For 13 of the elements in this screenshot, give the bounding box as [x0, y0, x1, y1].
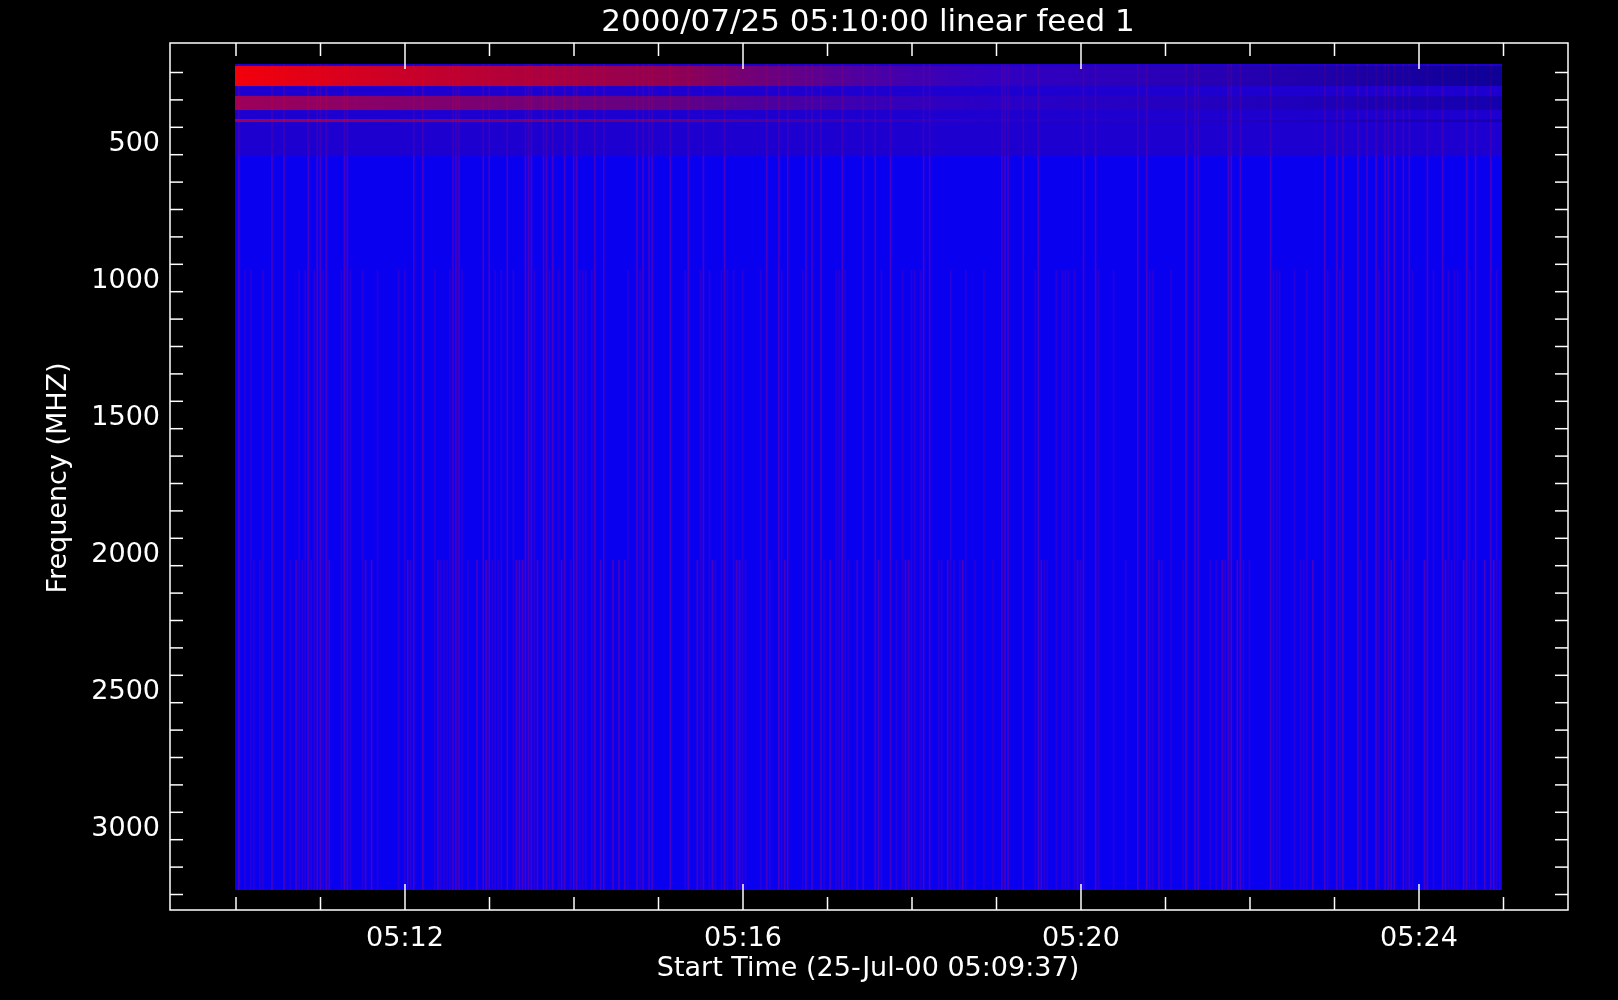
x-tick-label: 05:12 [366, 921, 444, 952]
y-tick-label: 2500 [91, 674, 160, 705]
y-axis-label: Frequency (MHZ) [41, 362, 72, 594]
x-axis-label: Start Time (25-Jul-00 05:09:37) [656, 951, 1080, 982]
y-tick-label: 1500 [91, 400, 160, 431]
y-tick-label: 500 [108, 126, 160, 157]
x-tick-label: 05:16 [704, 921, 782, 952]
y-tick-label: 1000 [91, 263, 160, 294]
plot-title: 2000/07/25 05:10:00 linear feed 1 [601, 2, 1135, 38]
x-tick-label: 05:24 [1380, 921, 1458, 952]
x-tick-label: 05:20 [1042, 921, 1120, 952]
y-tick-label: 3000 [91, 811, 160, 842]
y-tick-label: 2000 [91, 537, 160, 568]
